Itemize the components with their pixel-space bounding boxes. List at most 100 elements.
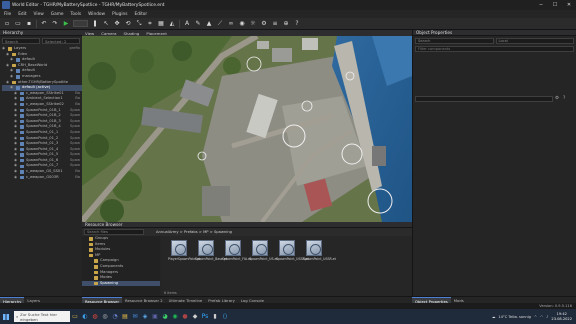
maximize-button[interactable]: ☐ (548, 0, 562, 10)
paint-icon[interactable]: ▲ (205, 20, 213, 28)
layers-icon[interactable]: ≡ (271, 20, 279, 28)
steam-icon[interactable]: ◎ (100, 309, 110, 324)
light-icon[interactable]: ☼ (249, 20, 257, 28)
settings-icon[interactable]: ⚙ (260, 20, 268, 28)
minimize-button[interactable]: ─ (534, 0, 548, 10)
volume-icon[interactable]: ♪ (546, 315, 548, 319)
file-tile[interactable]: SpawnPoint_Base.et (195, 238, 227, 261)
file-tile[interactable]: SpawnPoint_FIA.et (222, 238, 251, 261)
settings-icon[interactable]: ⚙ (555, 96, 561, 102)
menu-edit[interactable]: Edit (18, 12, 26, 17)
properties-tabs: Object Properties Mods (412, 296, 576, 304)
terminal-icon[interactable]: ▮ (210, 309, 220, 324)
scale-icon[interactable]: ⤡ (135, 20, 143, 28)
play-icon[interactable]: ▶ (62, 20, 70, 28)
viewport-menu-view[interactable]: View (85, 31, 94, 36)
hierarchy-search-input[interactable]: Search (2, 38, 40, 44)
text-icon[interactable]: A (183, 20, 191, 28)
pause-icon[interactable]: ❚ (91, 20, 99, 28)
entity-icon (20, 102, 24, 107)
menu-game[interactable]: Game (51, 12, 64, 17)
taskbar-search[interactable]: ⌕ Zur Suche Text hier eingeben (14, 311, 70, 322)
component-dropdown[interactable] (415, 96, 553, 102)
store-icon[interactable]: ◈ (140, 309, 150, 324)
viewport-menu-camera[interactable]: Camera (101, 31, 116, 36)
components-filter-input[interactable]: Filter components (415, 46, 574, 52)
obs-icon[interactable]: ● (180, 309, 190, 324)
entity-icon (12, 63, 16, 68)
hierarchy-selected-filter[interactable]: Selected: 2 (42, 38, 80, 44)
file-tile[interactable]: SpawnPoint_USSR.et (303, 238, 336, 261)
resource-search-input[interactable]: Search files (84, 229, 144, 235)
help-icon[interactable]: ? (563, 96, 569, 102)
help-icon[interactable]: ? (293, 20, 301, 28)
teams-icon[interactable]: ▣ (150, 309, 160, 324)
rotate-icon[interactable]: ⟲ (124, 20, 132, 28)
component-selector: ⚙ ? (415, 96, 573, 102)
network-icon[interactable]: ◠ (540, 315, 543, 319)
menu-view[interactable]: View (34, 12, 44, 17)
camera-icon[interactable]: ◉ (238, 20, 246, 28)
undo-icon[interactable]: ↶ (40, 20, 48, 28)
spotify-icon[interactable]: ◉ (170, 309, 180, 324)
photoshop-icon[interactable]: Ps (200, 309, 210, 324)
new-icon[interactable]: ▫ (3, 20, 11, 28)
whatsapp-icon[interactable]: ◕ (160, 309, 170, 324)
properties-search-input[interactable]: Search (415, 38, 494, 44)
folder-icon (89, 237, 93, 241)
discord-icon[interactable]: ◔ (110, 309, 120, 324)
snap-icon[interactable]: ⌗ (146, 20, 154, 28)
editor-icon[interactable]: ◆ (190, 309, 200, 324)
hierarchy-row-type: prefix (69, 46, 80, 50)
terrain-icon[interactable]: ◭ (168, 20, 176, 28)
folder-icon (94, 270, 98, 275)
close-button[interactable]: ✕ (562, 0, 576, 10)
grid-icon[interactable]: ▦ (157, 20, 165, 28)
vscode-icon[interactable]: ⟨⟩ (220, 309, 230, 324)
start-button[interactable] (0, 309, 12, 324)
prefab-thumbnail-icon (171, 240, 187, 256)
tray-arrow-icon[interactable]: ^ (534, 315, 537, 319)
visibility-eye-icon[interactable]: ◉ (14, 175, 18, 181)
hierarchy-row[interactable]: ◉ c_weapon_GS03R Ba (2, 175, 82, 181)
brush-icon[interactable]: ✎ (194, 20, 202, 28)
clock[interactable]: 19:42 23.08.2022 (551, 312, 572, 321)
file-tile[interactable]: SpawnPoint_USSR.et (276, 238, 309, 261)
chrome-icon[interactable]: ◍ (90, 309, 100, 324)
menu-file[interactable]: File (4, 12, 11, 17)
weather-icon[interactable]: ☁ (492, 315, 496, 319)
visibility-eye-icon[interactable]: ◉ (10, 57, 14, 63)
entity-icon (20, 142, 24, 146)
weather-text[interactable]: 14°C Teilw. sonnig (498, 315, 531, 319)
properties-filter-dropdown[interactable]: Local (495, 38, 574, 44)
viewport-menu-placement[interactable]: Placement (146, 31, 167, 36)
file-tile[interactable]: PlayerSpawnPoint.et (168, 238, 201, 261)
files-icon[interactable]: ▭ (70, 309, 80, 324)
entity-icon (16, 69, 20, 73)
bookmark-icon[interactable]: ⊕ (282, 20, 290, 28)
scene-viewport[interactable] (82, 36, 412, 222)
explorer-icon[interactable]: ▤ (120, 309, 130, 324)
menu-tools[interactable]: Tools (71, 12, 82, 17)
folder-row[interactable]: Spawning (82, 280, 160, 287)
folder-icon (94, 281, 98, 286)
file-tile[interactable]: SpawnPoint_US.et (249, 238, 278, 261)
move-icon[interactable]: ✥ (113, 20, 121, 28)
hierarchy-row-label: c_weapon_GS03R (26, 174, 59, 179)
link-icon[interactable]: ∞ (227, 20, 235, 28)
menu-plugins[interactable]: Plugins (112, 12, 127, 17)
mail-icon[interactable]: ✉ (130, 309, 140, 324)
play-mode-dropdown[interactable] (73, 20, 88, 27)
edge-icon[interactable]: ◐ (80, 309, 90, 324)
breadcrumb[interactable]: AnnualArmy > Prefabs > MP > Spawning (156, 230, 232, 234)
visibility-eye-icon[interactable]: ◉ (10, 74, 14, 80)
save-icon[interactable]: ▪ (25, 20, 33, 28)
viewport-menu-shading[interactable]: Shading (124, 31, 140, 36)
eyedropper-icon[interactable]: ⟋ (216, 20, 224, 28)
menu-editor[interactable]: Editor (134, 12, 147, 17)
open-icon[interactable]: ▭ (14, 20, 22, 28)
entity-icon (20, 97, 24, 101)
menu-window[interactable]: Window (88, 12, 105, 17)
select-icon[interactable]: ↖ (102, 20, 110, 28)
redo-icon[interactable]: ↷ (51, 20, 59, 28)
